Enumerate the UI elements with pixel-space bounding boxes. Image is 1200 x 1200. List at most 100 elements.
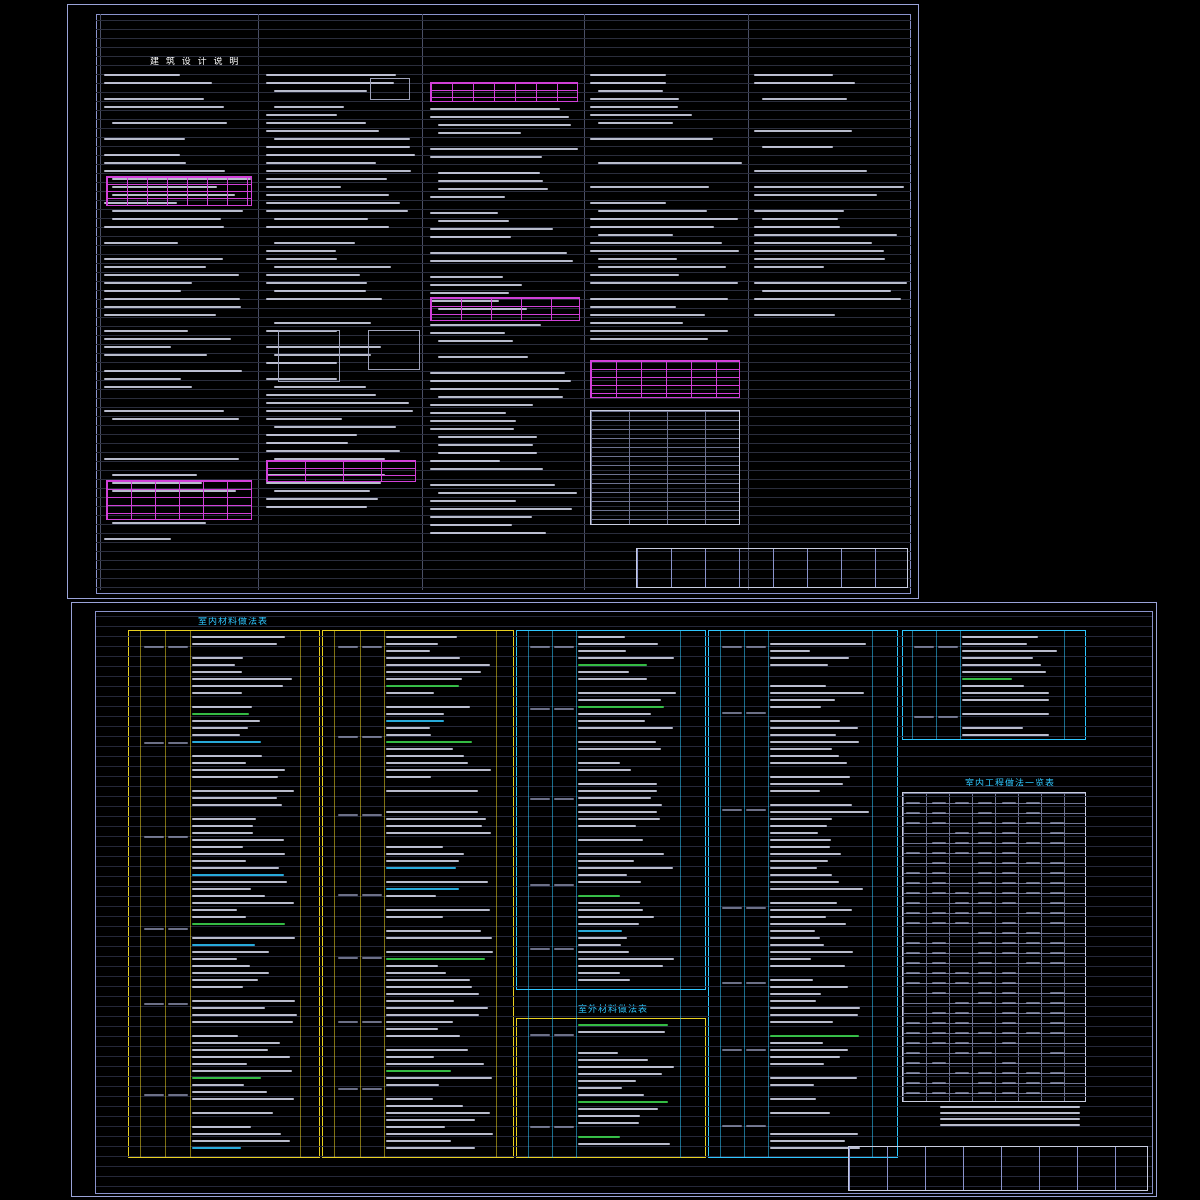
- text-stroke: [386, 1007, 489, 1009]
- text-stroke: [386, 678, 463, 680]
- cell-stroke: [1002, 932, 1016, 934]
- text-stroke: [192, 1133, 282, 1135]
- text-stroke: [104, 106, 225, 108]
- text-stroke: [770, 1021, 834, 1023]
- text-stroke: [104, 458, 240, 460]
- code-stroke: [722, 809, 742, 811]
- text-stroke: [192, 874, 284, 876]
- text-stroke: [430, 228, 553, 230]
- text-stroke: [192, 916, 246, 918]
- cell-stroke: [978, 932, 992, 934]
- text-stroke: [386, 713, 445, 715]
- name-stroke: [362, 957, 382, 959]
- cell-stroke: [978, 902, 992, 904]
- text-stroke: [192, 664, 235, 666]
- text-stroke: [112, 522, 207, 524]
- table-column-line: [528, 630, 529, 1158]
- name-stroke: [362, 894, 382, 896]
- text-stroke: [770, 692, 865, 694]
- row-line: [96, 1036, 1152, 1037]
- outdoor-materials-title: 室外材料做法表: [578, 1005, 649, 1015]
- cell-stroke: [1050, 1072, 1064, 1074]
- cell-stroke: [1026, 882, 1040, 884]
- cell-stroke: [1026, 912, 1040, 914]
- name-stroke: [168, 742, 188, 744]
- text-stroke: [386, 1000, 455, 1002]
- cell-stroke: [1002, 862, 1016, 864]
- text-stroke: [770, 685, 826, 687]
- text-stroke: [770, 853, 841, 855]
- text-stroke: [578, 895, 621, 897]
- cell-stroke: [932, 812, 946, 814]
- name-stroke: [554, 646, 574, 648]
- row-line: [96, 1046, 1152, 1047]
- text-stroke: [962, 671, 1046, 673]
- notes-table-7: [590, 410, 740, 525]
- cell-stroke: [906, 802, 920, 804]
- cell-stroke: [955, 972, 969, 974]
- text-stroke: [590, 202, 667, 204]
- cell-stroke: [1002, 852, 1016, 854]
- cell-stroke: [932, 1012, 946, 1014]
- table-column-line: [360, 630, 361, 1158]
- name-stroke: [746, 907, 766, 909]
- text-stroke: [430, 404, 534, 406]
- text-stroke: [430, 212, 498, 214]
- cell-stroke: [1002, 922, 1016, 924]
- cell-stroke: [1002, 1012, 1016, 1014]
- text-stroke: [578, 1108, 659, 1110]
- text-stroke: [192, 643, 278, 645]
- cell-stroke: [906, 892, 920, 894]
- cell-stroke: [1002, 952, 1016, 954]
- text-stroke: [578, 797, 651, 799]
- text-stroke: [578, 867, 673, 869]
- text-stroke: [386, 769, 491, 771]
- text-stroke: [438, 340, 514, 342]
- text-stroke: [578, 1073, 662, 1075]
- note-stroke: [940, 1112, 1080, 1114]
- text-stroke: [266, 226, 390, 228]
- code-stroke: [530, 798, 550, 800]
- cell-stroke: [1002, 1062, 1016, 1064]
- code-stroke: [338, 646, 358, 648]
- text-stroke: [266, 282, 368, 284]
- cell-stroke: [1026, 952, 1040, 954]
- text-stroke: [430, 372, 565, 374]
- cell-stroke: [1026, 802, 1040, 804]
- text-stroke: [770, 1084, 814, 1086]
- text-stroke: [770, 1042, 823, 1044]
- text-stroke: [192, 951, 270, 953]
- text-stroke: [192, 1000, 296, 1002]
- name-stroke: [746, 712, 766, 714]
- text-stroke: [770, 979, 814, 981]
- text-stroke: [590, 138, 714, 140]
- row-line: [96, 886, 1152, 887]
- text-stroke: [770, 1098, 816, 1100]
- cell-stroke: [1002, 942, 1016, 944]
- cell-stroke: [1002, 972, 1016, 974]
- name-stroke: [554, 1034, 574, 1036]
- text-stroke: [770, 643, 866, 645]
- text-stroke: [430, 156, 543, 158]
- row-line: [96, 766, 1152, 767]
- text-stroke: [192, 860, 247, 862]
- text-stroke: [590, 282, 738, 284]
- text-stroke: [192, 895, 266, 897]
- code-stroke: [914, 646, 934, 648]
- cell-stroke: [1002, 802, 1016, 804]
- text-stroke: [598, 258, 677, 260]
- cell-stroke: [1002, 1032, 1016, 1034]
- cell-stroke: [978, 1002, 992, 1004]
- text-stroke: [274, 218, 369, 220]
- text-stroke: [578, 1059, 648, 1061]
- text-stroke: [590, 114, 692, 116]
- text-stroke: [192, 804, 283, 806]
- text-stroke: [386, 867, 457, 869]
- code-stroke: [722, 712, 742, 714]
- cell-stroke: [1002, 822, 1016, 824]
- cell-stroke: [1002, 1082, 1016, 1084]
- text-stroke: [578, 1031, 665, 1033]
- cell-stroke: [932, 1062, 946, 1064]
- rule-line: [96, 398, 911, 399]
- text-stroke: [962, 692, 1049, 694]
